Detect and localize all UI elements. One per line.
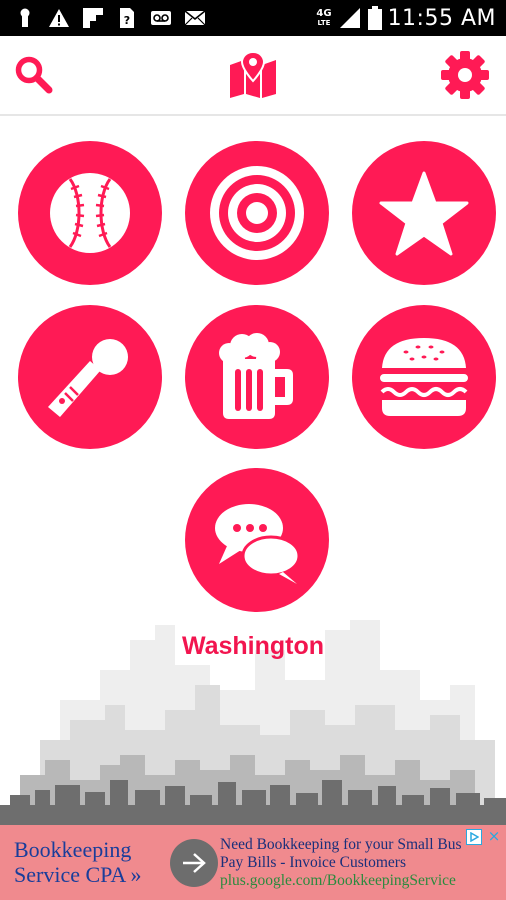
category-food-button[interactable] [352,305,496,449]
target-icon [210,166,304,260]
burger-icon [380,338,468,416]
flipboard-icon [83,8,103,28]
category-bars-button[interactable] [185,305,329,449]
map-icon [230,51,276,98]
voicemail-icon [151,11,171,25]
gear-icon [441,51,489,99]
network-type: 4G [316,8,332,19]
warning-icon [49,9,69,27]
system-status: 4G LTE 11:55 AM [316,4,496,32]
ad-title-line2: Service CPA » [14,862,142,887]
beer-mug-icon [219,333,293,419]
ad-title[interactable]: Bookkeeping Service CPA » [14,837,164,887]
notification-icons: ? [14,7,206,29]
status-bar: ? 4G LTE 11:55 AM [0,0,506,36]
ad-close-button[interactable]: × [486,827,502,845]
help-file-icon: ? [120,8,134,28]
settings-button[interactable] [440,50,490,100]
keyhole-icon [20,8,30,27]
search-button[interactable] [9,50,59,100]
map-button[interactable] [228,50,278,100]
clock: 11:55 AM [387,5,496,31]
category-favorites-button[interactable] [352,141,496,285]
ad-description: Need Bookkeeping for your Small Bus Pay … [220,836,490,890]
signal-icon [339,8,360,28]
chat-bubbles-icon [215,504,301,584]
baseball-icon [50,173,130,253]
ad-banner[interactable]: Bookkeeping Service CPA » Need Bookkeepi… [0,825,506,900]
toolbar [0,36,506,116]
play-triangle-icon [470,832,479,842]
ad-line1: Need Bookkeeping for your Small Bus [220,836,462,853]
search-icon [15,56,53,94]
star-icon [379,171,469,256]
city-name: Washington [181,632,325,660]
category-sports-button[interactable] [18,141,162,285]
network-indicator: 4G LTE [316,8,332,28]
ad-title-line1: Bookkeeping [14,837,132,862]
ad-choices-button[interactable] [466,829,482,845]
microphone-icon [48,339,128,417]
app-screen: ? 4G LTE 11:55 AM Washington Bookkeeping… [0,0,506,900]
svg-text:?: ? [124,14,130,27]
category-chat-button[interactable] [185,468,329,612]
category-target-button[interactable] [185,141,329,285]
mail-icon [184,10,206,26]
ad-line2: Pay Bills - Invoice Customers [220,854,406,871]
ad-url[interactable]: plus.google.com/BookkeepingService [220,872,490,890]
ad-open-button[interactable] [170,839,218,887]
category-karaoke-button[interactable] [18,305,162,449]
arrow-right-icon [183,853,206,873]
battery-icon [367,6,382,30]
network-subtype: LTE [317,19,331,27]
